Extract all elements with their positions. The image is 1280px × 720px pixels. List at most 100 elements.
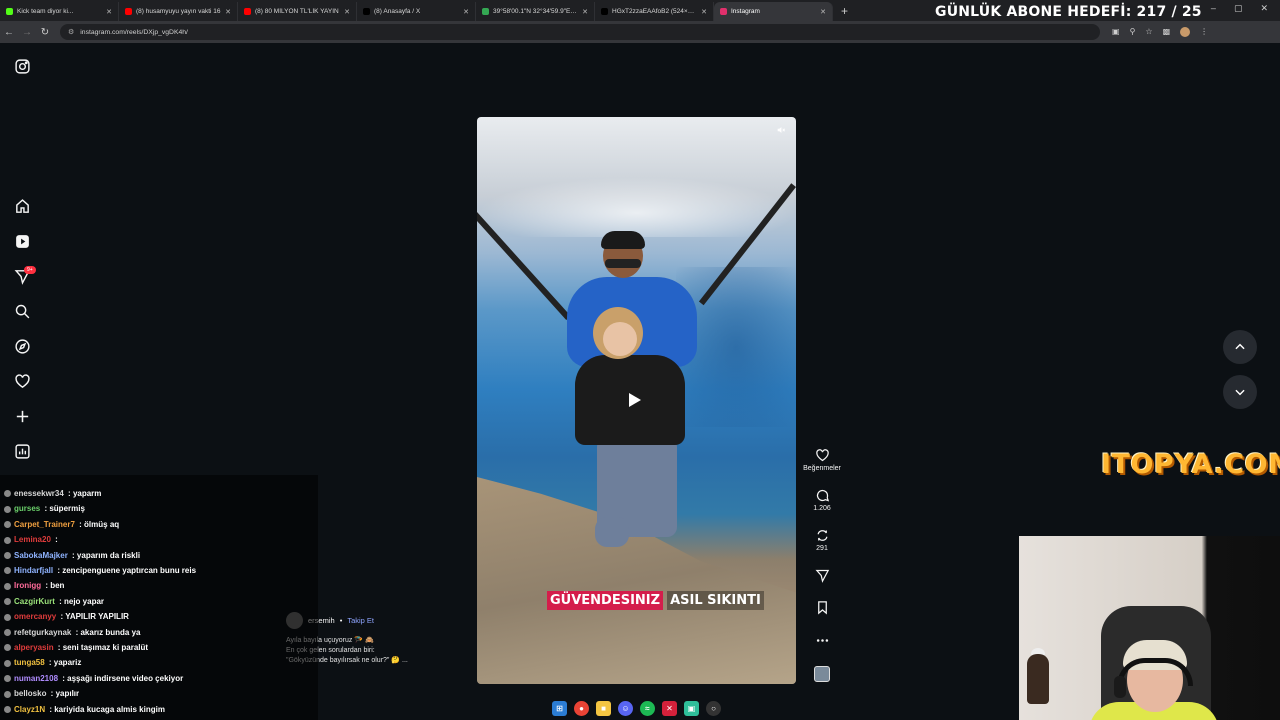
home-icon[interactable]: [14, 198, 31, 215]
pilot-hair: [601, 231, 645, 249]
instagram-logo-icon[interactable]: [14, 58, 31, 75]
search-icon[interactable]: [14, 303, 31, 320]
browser-tab[interactable]: (8) 80 MİLYON TL'LİK YAYIN ✕: [238, 2, 357, 21]
tab-close-icon[interactable]: ✕: [225, 8, 231, 16]
chat-username[interactable]: SabokaMajker: [14, 551, 68, 560]
chat-badge-icon: [4, 659, 11, 667]
profile-avatar[interactable]: [1180, 27, 1191, 37]
reload-icon[interactable]: ↻: [36, 27, 54, 38]
tab-title: 39°58'00.1"N 32°34'59.9"E - Go: [493, 8, 579, 15]
zoom-icon[interactable]: ⚲: [1130, 27, 1136, 37]
notifications-icon[interactable]: [14, 373, 31, 390]
tab-close-icon[interactable]: ✕: [344, 8, 350, 16]
chat-badge-icon: [4, 505, 11, 513]
tab-close-icon[interactable]: ✕: [582, 8, 588, 16]
toolbar-icons: ▣ ⚲ ☆ ▩ ⋮: [1112, 27, 1208, 37]
previous-reel-button[interactable]: [1223, 330, 1257, 364]
subscriber-goal-overlay: GÜNLÜK ABONE HEDEFİ: 217 / 25: [935, 4, 1202, 20]
chat-username[interactable]: Lemina20: [14, 535, 51, 544]
explore-icon[interactable]: [14, 338, 31, 355]
dashboard-icon[interactable]: [14, 443, 31, 460]
minimize-button[interactable]: –: [1211, 3, 1216, 14]
cast-icon[interactable]: ▣: [1112, 27, 1120, 37]
tab-close-icon[interactable]: ✕: [106, 8, 112, 16]
tab-favicon-icon: [363, 8, 370, 15]
x-app-icon[interactable]: ✕: [662, 700, 677, 716]
share-button[interactable]: [800, 568, 844, 585]
tab-favicon-icon: [482, 8, 489, 15]
browser-tab[interactable]: 39°58'00.1"N 32°34'59.9"E - Go ✕: [476, 2, 595, 21]
chat-badge-icon: [4, 644, 11, 652]
menu-icon[interactable]: ⋮: [1200, 27, 1208, 37]
browser-tab[interactable]: HGxT2zzaEAAfoB2 (524×680) ✕: [595, 2, 714, 21]
close-window-button[interactable]: ✕: [1260, 3, 1268, 14]
site-info-icon[interactable]: ⚙: [68, 28, 74, 36]
stream-chat-overlay: enessekwr34 : yaparm gurses : süpermiş Car…: [0, 475, 318, 720]
chat-message: Ironigg : ben: [4, 581, 64, 590]
chat-username[interactable]: omercanyy: [14, 612, 56, 621]
chat-username[interactable]: gurses: [14, 504, 40, 513]
chat-message: tunga58 : yapariz: [4, 658, 81, 667]
chat-username[interactable]: enessekwr34: [14, 489, 64, 498]
follow-button[interactable]: Takip Et: [347, 616, 374, 625]
comment-icon: [816, 489, 829, 502]
like-button[interactable]: Beğenmeler: [800, 448, 844, 472]
chat-message: enessekwr34 : yaparm: [4, 489, 101, 498]
play-icon[interactable]: [629, 393, 641, 407]
chat-username[interactable]: alperyasin: [14, 643, 54, 652]
url-field[interactable]: ⚙ instagram.com/reels/DXjp_vgDK4h/: [60, 24, 1100, 40]
app-icon[interactable]: ▣: [684, 700, 699, 716]
create-icon[interactable]: [14, 408, 31, 425]
spotify-icon[interactable]: ≈: [640, 700, 655, 716]
new-tab-button[interactable]: +: [833, 2, 856, 21]
headphone-cup: [1114, 676, 1126, 698]
chat-username[interactable]: Carpet_Trainer7: [14, 520, 75, 529]
bookmark-star-icon[interactable]: ☆: [1145, 27, 1152, 37]
browser-tab[interactable]: (8) husamyuyu yayın vakti 16 ✕: [119, 2, 238, 21]
tab-close-icon[interactable]: ✕: [701, 8, 707, 16]
chat-username[interactable]: Hindarfjall: [14, 566, 53, 575]
discord-icon[interactable]: ☺: [618, 700, 633, 716]
messages-badge: 9+: [24, 266, 36, 274]
extensions-icon[interactable]: ▩: [1163, 27, 1171, 37]
video-caption: GÜVENDESINIZ ASIL SIKINTI: [547, 588, 764, 612]
forward-icon[interactable]: →: [18, 27, 36, 38]
tab-close-icon[interactable]: ✕: [820, 8, 826, 16]
tab-close-icon[interactable]: ✕: [463, 8, 469, 16]
tab-favicon-icon: [6, 8, 13, 15]
comment-button[interactable]: 1.206: [800, 488, 844, 512]
chat-username[interactable]: tunga58: [14, 658, 45, 667]
chat-username[interactable]: Ironigg: [14, 581, 41, 590]
chrome-icon[interactable]: ●: [574, 700, 589, 716]
chat-badge-icon: [4, 628, 11, 636]
mute-icon[interactable]: [776, 125, 786, 135]
chat-username[interactable]: refetgurkaynak: [14, 628, 71, 637]
chat-username[interactable]: Clayz1N: [14, 705, 45, 714]
browser-tab[interactable]: Instagram ✕: [714, 2, 833, 21]
reel-video[interactable]: GÜVENDESINIZ ASIL SIKINTI: [477, 117, 796, 684]
chat-text: kariyida kucaga almis kingim: [54, 704, 165, 714]
repost-button[interactable]: 291: [800, 528, 844, 552]
chat-badge-icon: [4, 690, 11, 698]
save-button[interactable]: [800, 600, 844, 617]
start-icon[interactable]: ⊞: [552, 700, 567, 716]
chat-username[interactable]: CazgirKurt: [14, 597, 55, 606]
reels-icon[interactable]: [14, 233, 31, 250]
obs-icon[interactable]: ○: [706, 700, 721, 716]
browser-tab[interactable]: (8) Anasayfa / X ✕: [357, 2, 476, 21]
chat-separator: :: [76, 519, 85, 529]
files-icon[interactable]: ■: [596, 700, 611, 716]
chat-username[interactable]: bellosko: [14, 689, 46, 698]
next-reel-button[interactable]: [1223, 375, 1257, 409]
more-options-button[interactable]: [800, 633, 844, 650]
audio-thumbnail[interactable]: [814, 666, 830, 682]
tab-title: Instagram: [731, 8, 760, 15]
chat-text: süpermiş: [49, 504, 85, 514]
chat-text: nejo yapar: [64, 596, 105, 606]
browser-tab[interactable]: Kick team diyor ki... ✕: [0, 2, 119, 21]
back-icon[interactable]: ←: [0, 27, 18, 38]
chat-username[interactable]: numan2108: [14, 674, 58, 683]
bookmark-icon: [817, 601, 827, 615]
maximize-button[interactable]: ▢: [1234, 3, 1243, 14]
chat-message: Clayz1N : kariyida kucaga almis kingim: [4, 705, 165, 714]
